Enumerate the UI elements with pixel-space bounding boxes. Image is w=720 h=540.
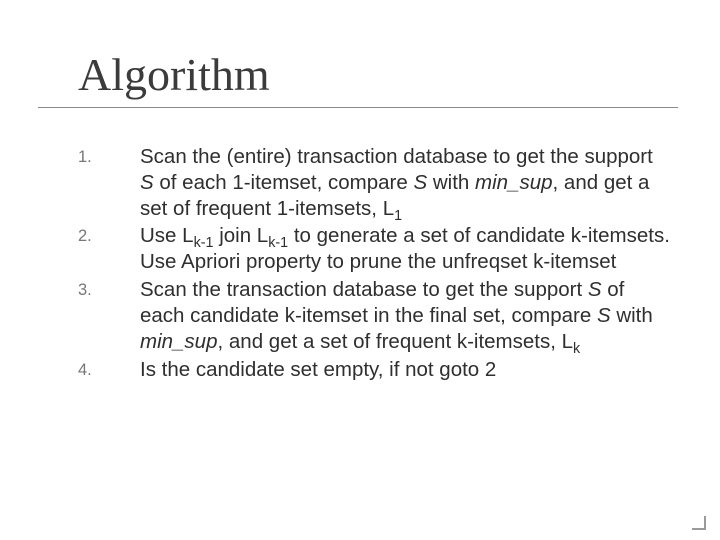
list-item: Scan the (entire) transaction database t… [140, 144, 672, 221]
corner-decoration-icon [690, 514, 706, 530]
title-divider [38, 107, 678, 108]
ordered-list: 1. Scan the (entire) transaction databas… [78, 144, 672, 382]
list-number: 2. [78, 223, 132, 275]
list-item: Is the candidate set empty, if not goto … [140, 357, 672, 383]
list-number: 4. [78, 357, 132, 383]
list-item: Use Lk-1 join Lk-1 to generate a set of … [140, 223, 672, 275]
list-number: 3. [78, 277, 132, 354]
list-item: Scan the transaction database to get the… [140, 277, 672, 354]
slide-title: Algorithm [78, 48, 672, 101]
list-number: 1. [78, 144, 132, 221]
slide: Algorithm 1. Scan the (entire) transacti… [0, 0, 720, 540]
